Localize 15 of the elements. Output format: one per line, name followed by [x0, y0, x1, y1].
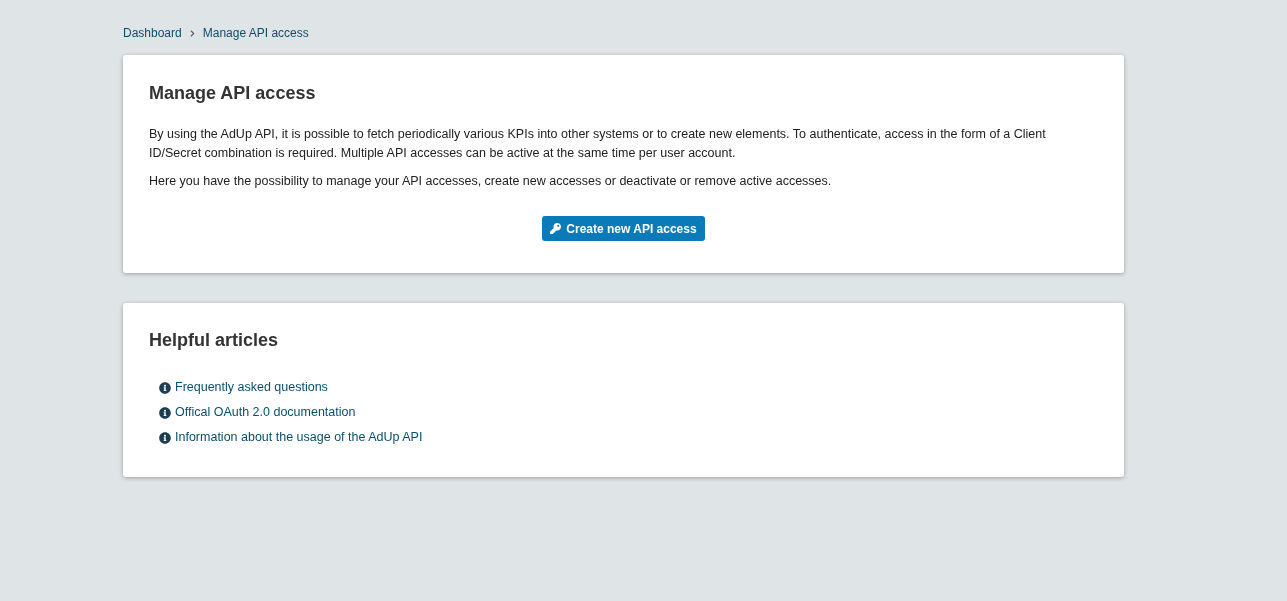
breadcrumb-link[interactable]: Dashboard [123, 24, 182, 42]
info-icon [159, 381, 171, 394]
card-title: Helpful articles [149, 329, 280, 352]
info-icon [159, 431, 171, 444]
key-icon [550, 223, 562, 234]
info-icon [159, 406, 171, 419]
article-link[interactable]: Offical OAuth 2.0 documentation [159, 403, 1098, 422]
card-title: Manage API access [149, 82, 317, 105]
chevron-icon [188, 29, 196, 37]
description-text: By using the AdUp API, it is possible to fetch periodically various KPIs into other systems or to create new elements. To authenticate, access in the form of a Client ID/Secret combination is required. Multiple API accesses can be active at the same time per user account. [149, 126, 1047, 162]
create-access-button[interactable]: Create new API access [542, 216, 705, 241]
breadcrumb-link[interactable]: Manage API access [202, 24, 309, 42]
article-link[interactable]: Information about the usage of the AdUp API [159, 428, 1098, 447]
article-link[interactable]: Frequently asked questions [159, 378, 1098, 397]
description-text: Here you have the possibility to manage your API accesses, create new accesses or deactivate or remove active accesses. [149, 173, 833, 190]
